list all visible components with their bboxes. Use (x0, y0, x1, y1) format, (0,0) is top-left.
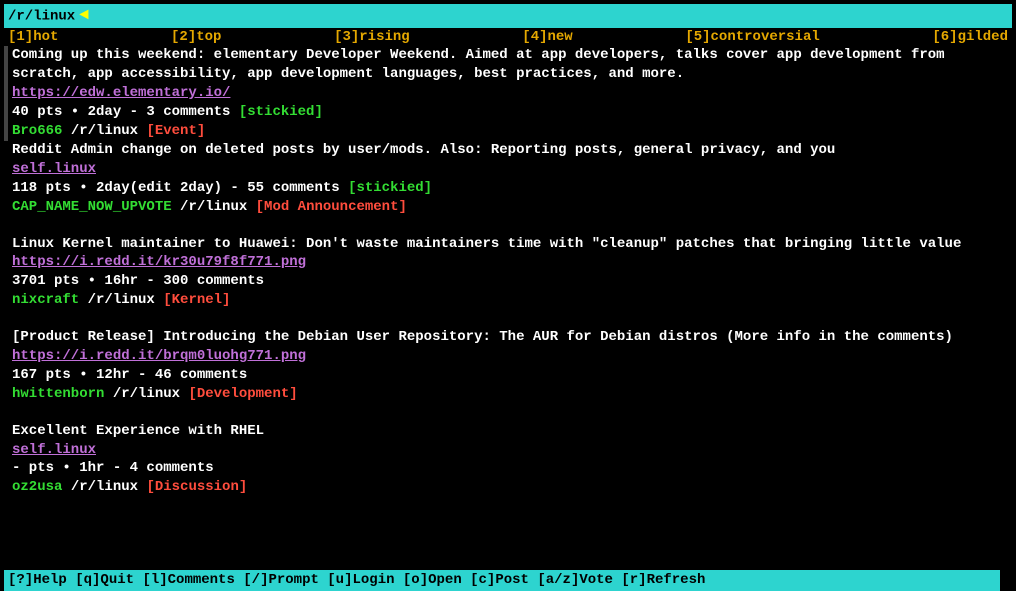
post-url[interactable]: https://edw.elementary.io/ (12, 85, 230, 101)
post-meta: 167 pts • 12hr - 46 comments (12, 367, 247, 383)
post-item[interactable]: Coming up this weekend: elementary Devel… (4, 46, 1016, 140)
tab-new[interactable]: [4]new (522, 28, 572, 47)
key-post[interactable]: [c]Post (470, 572, 537, 588)
stickied-badge: [stickied] (239, 104, 323, 120)
subreddit-path: /r/linux (8, 9, 75, 25)
post-subreddit[interactable]: /r/linux (172, 199, 256, 215)
post-flair: [Kernel] (163, 292, 230, 308)
key-quit[interactable]: [q]Quit (75, 572, 142, 588)
post-author[interactable]: oz2usa (12, 479, 62, 495)
post-meta: 3701 pts • 16hr - 300 comments (12, 273, 264, 289)
post-flair: [Discussion] (146, 479, 247, 495)
key-comments[interactable]: [l]Comments (142, 572, 243, 588)
post-title: Reddit Admin change on deleted posts by … (12, 141, 1016, 160)
post-meta: 40 pts • 2day - 3 comments (12, 104, 239, 120)
post-url[interactable]: https://i.redd.it/kr30u79f8f771.png (12, 254, 306, 270)
tab-top[interactable]: [2]top (171, 28, 221, 47)
post-author[interactable]: nixcraft (12, 292, 79, 308)
post-flair: [Event] (146, 123, 205, 139)
post-url[interactable]: https://i.redd.it/brqm0luohg771.png (12, 348, 306, 364)
cursor-arrow-icon: ◄ (79, 5, 89, 27)
post-author[interactable]: Bro666 (12, 123, 62, 139)
key-vote[interactable]: [a/z]Vote (537, 572, 621, 588)
post-url[interactable]: self.linux (12, 161, 96, 177)
tab-gilded[interactable]: [6]gilded (932, 28, 1008, 47)
post-subreddit[interactable]: /r/linux (62, 479, 146, 495)
post-title: Coming up this weekend: elementary Devel… (12, 46, 1016, 84)
post-subreddit[interactable]: /r/linux (79, 292, 163, 308)
post-item[interactable]: Reddit Admin change on deleted posts by … (4, 141, 1016, 497)
footer-bar: [?]Help [q]Quit [l]Comments [/]Prompt [u… (4, 570, 1000, 591)
post-item[interactable]: Excellent Experience with RHEL self.linu… (12, 422, 1016, 498)
sort-tabs: [1]hot [2]top [3]rising [4]new [5]contro… (4, 28, 1012, 47)
tab-rising[interactable]: [3]rising (334, 28, 410, 47)
key-open[interactable]: [o]Open (403, 572, 470, 588)
post-subreddit[interactable]: /r/linux (62, 123, 146, 139)
tab-hot[interactable]: [1]hot (8, 28, 58, 47)
post-title: Excellent Experience with RHEL (12, 422, 1016, 441)
post-item[interactable]: Linux Kernel maintainer to Huawei: Don't… (12, 235, 1016, 311)
post-flair: [Development] (188, 386, 297, 402)
post-author[interactable]: CAP_NAME_NOW_UPVOTE (12, 199, 172, 215)
key-prompt[interactable]: [/]Prompt (243, 572, 327, 588)
post-author[interactable]: hwittenborn (12, 386, 104, 402)
post-subreddit[interactable]: /r/linux (104, 386, 188, 402)
post-meta: - pts • 1hr - 4 comments (12, 460, 214, 476)
key-login[interactable]: [u]Login (327, 572, 403, 588)
tab-controversial[interactable]: [5]controversial (685, 28, 819, 47)
header-bar: /r/linux◄ (4, 4, 1012, 28)
key-refresh[interactable]: [r]Refresh (621, 572, 705, 588)
post-flair: [Mod Announcement] (256, 199, 407, 215)
post-title: [Product Release] Introducing the Debian… (12, 328, 1016, 347)
stickied-badge: [stickied] (348, 180, 432, 196)
post-item[interactable]: [Product Release] Introducing the Debian… (12, 328, 1016, 404)
post-url[interactable]: self.linux (12, 442, 96, 458)
post-meta: 118 pts • 2day(edit 2day) - 55 comments (12, 180, 348, 196)
key-help[interactable]: [?]Help (8, 572, 75, 588)
post-title: Linux Kernel maintainer to Huawei: Don't… (12, 235, 1016, 254)
